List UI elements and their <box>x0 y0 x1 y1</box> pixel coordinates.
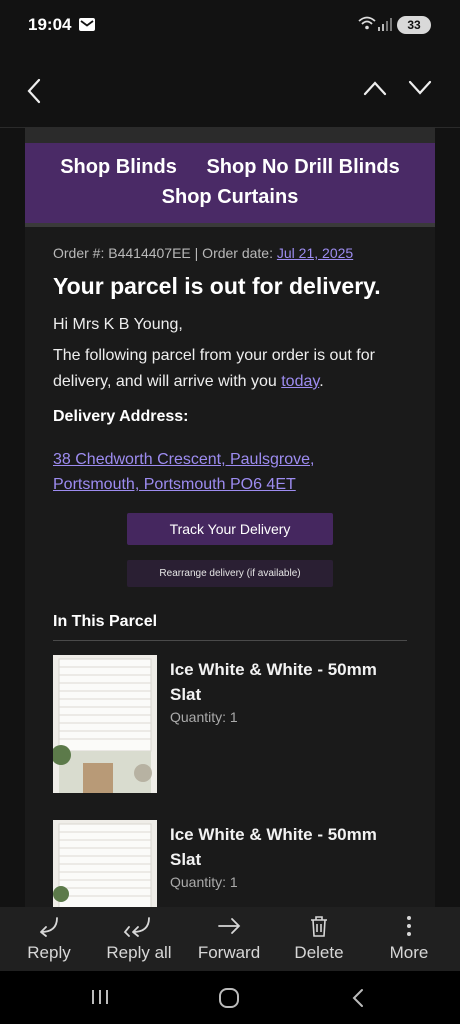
forward-label: Forward <box>197 943 261 962</box>
previous-email-icon[interactable] <box>363 80 387 96</box>
delete-button[interactable]: Delete <box>273 907 365 971</box>
reply-all-label: Reply all <box>106 943 172 962</box>
status-bar: 19:04 33 <box>0 0 460 52</box>
shop-curtains-link[interactable]: Shop Curtains <box>25 186 435 209</box>
today-link[interactable]: today <box>281 373 319 390</box>
rearrange-delivery-button[interactable]: Rearrange delivery (if available) <box>127 560 333 587</box>
next-email-icon[interactable] <box>408 80 432 96</box>
email-body: Shop Blinds Shop No Drill Blinds Shop Cu… <box>25 127 435 958</box>
banner-bottom-strip <box>25 223 435 227</box>
parcel-item: Ice White & White - 50mm Slat Quantity: … <box>53 655 407 795</box>
order-number: Order #: B4414407EE | Order date: <box>53 245 277 261</box>
reply-icon <box>40 917 58 937</box>
more-dots-icon <box>407 916 411 936</box>
more-button[interactable]: More <box>363 907 455 971</box>
battery-indicator: 33 <box>397 16 431 34</box>
system-nav-bar <box>0 971 460 1024</box>
parcel-heading: In This Parcel <box>53 613 158 630</box>
recent-apps-icon[interactable] <box>89 987 111 1007</box>
delivery-message: The following parcel from your order is … <box>53 343 413 395</box>
delete-label: Delete <box>294 943 344 962</box>
order-info: Order #: B4414407EE | Order date: Jul 21… <box>53 245 353 261</box>
delivery-address-label: Delivery Address: <box>53 408 189 425</box>
address-line-1[interactable]: 38 Chedworth Crescent, Paulsgrove, <box>53 447 353 472</box>
signal-icon <box>378 18 392 31</box>
mail-notification-icon <box>79 18 95 31</box>
parcel-divider <box>53 640 407 641</box>
reply-label: Reply <box>27 943 71 962</box>
greeting: Hi Mrs K B Young, <box>53 316 183 333</box>
forward-button[interactable]: Forward <box>183 907 275 971</box>
product-name[interactable]: Ice White & White - 50mm Slat <box>170 822 400 872</box>
message-text: The following parcel from your order is … <box>53 347 375 390</box>
home-icon[interactable] <box>218 987 240 1009</box>
shop-nav-banner: Shop Blinds Shop No Drill Blinds Shop Cu… <box>25 143 435 223</box>
shop-blinds-link[interactable]: Shop Blinds <box>60 156 177 178</box>
product-quantity: Quantity: 1 <box>170 709 238 725</box>
address-line-2[interactable]: Portsmouth, Portsmouth PO6 4ET <box>53 472 353 497</box>
track-delivery-button[interactable]: Track Your Delivery <box>127 513 333 545</box>
product-quantity: Quantity: 1 <box>170 874 238 890</box>
message-end: . <box>319 373 324 390</box>
forward-arrow-icon <box>218 918 241 934</box>
email-title: Your parcel is out for delivery. <box>53 273 381 299</box>
status-time: 19:04 <box>28 15 72 34</box>
more-label: More <box>389 943 429 962</box>
order-date-link[interactable]: Jul 21, 2025 <box>277 245 353 261</box>
shop-no-drill-blinds-link[interactable]: Shop No Drill Blinds <box>206 156 399 178</box>
system-back-icon[interactable] <box>350 987 366 1009</box>
email-toolbar <box>0 60 460 122</box>
reply-button[interactable]: Reply <box>3 907 95 971</box>
reply-all-icon <box>123 917 150 937</box>
reply-all-button[interactable]: Reply all <box>93 907 185 971</box>
wifi-icon <box>358 16 376 30</box>
delivery-address-link[interactable]: 38 Chedworth Crescent, Paulsgrove, Ports… <box>53 447 353 497</box>
product-image[interactable] <box>53 655 157 793</box>
email-action-bar: Reply Reply all Forward Delete More <box>0 907 460 971</box>
product-name[interactable]: Ice White & White - 50mm Slat <box>170 657 400 707</box>
banner-top-strip <box>25 127 435 143</box>
trash-icon <box>311 916 327 937</box>
back-arrow-icon[interactable] <box>26 77 42 105</box>
